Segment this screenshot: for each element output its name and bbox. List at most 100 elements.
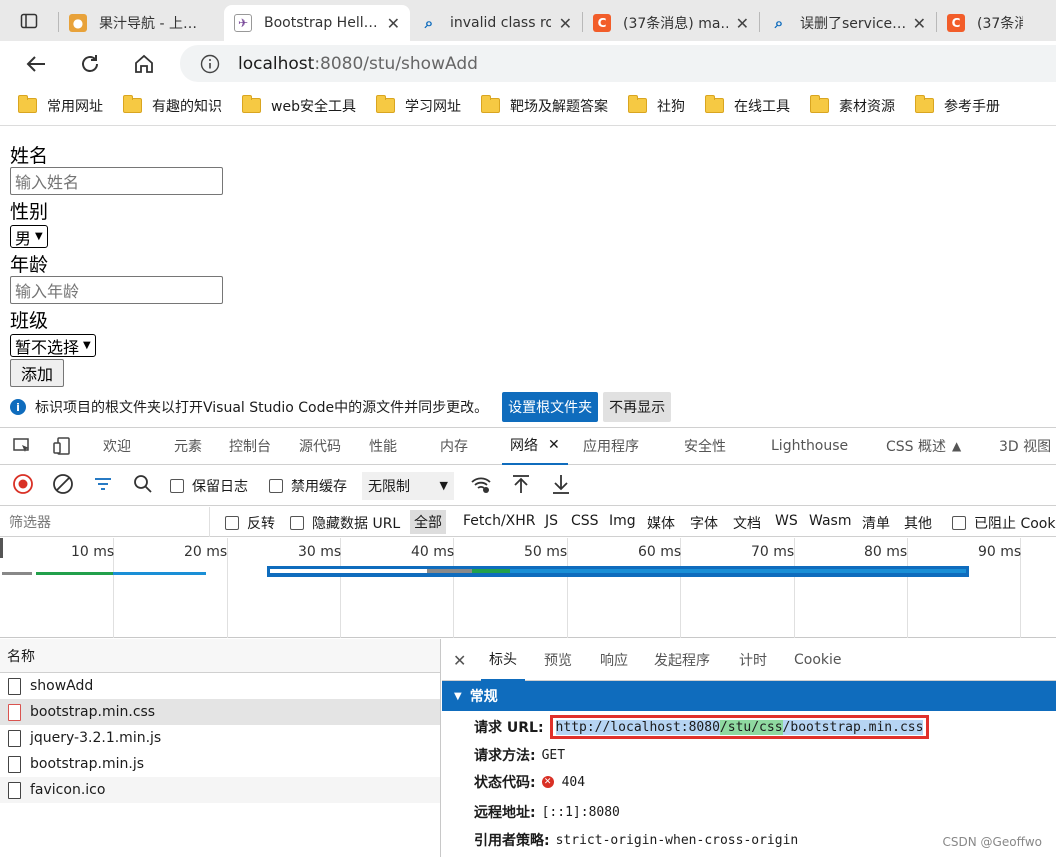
details-tabbar: ✕ 标头 预览 响应 发起程序 计时 Cookie <box>442 639 1056 681</box>
browser-tab[interactable]: ⌕ 误删了service… ✕ <box>760 5 936 41</box>
request-row[interactable]: favicon.ico <box>0 777 440 803</box>
search-icon: ⌕ <box>774 14 784 32</box>
clear-button[interactable] <box>52 473 74 499</box>
device-emulation-icon[interactable] <box>50 434 74 458</box>
filter-all[interactable]: 全部 <box>410 510 446 534</box>
tab-security[interactable]: 安全性 <box>684 427 726 465</box>
close-tab-icon[interactable]: ✕ <box>387 14 400 33</box>
search-icon <box>134 474 152 493</box>
close-tab-icon[interactable]: ✕ <box>736 14 749 33</box>
close-icon[interactable]: ✕ <box>548 437 560 453</box>
close-details-icon[interactable]: ✕ <box>453 639 466 681</box>
filter-type[interactable]: CSS <box>571 513 599 529</box>
timeline-tick: 50 ms <box>524 544 568 560</box>
network-overview-timeline[interactable]: 10 ms 20 ms 30 ms 40 ms 50 ms 60 ms 70 m… <box>0 538 1056 638</box>
add-button[interactable]: 添加 <box>10 359 64 387</box>
tab-elements[interactable]: 元素 <box>174 427 202 465</box>
tab-timing[interactable]: 计时 <box>739 639 767 681</box>
filter-type[interactable]: JS <box>545 513 558 529</box>
export-har-button[interactable] <box>550 473 572 499</box>
timeline-tick: 20 ms <box>184 544 228 560</box>
filter-type[interactable]: 媒体 <box>647 513 675 533</box>
back-button[interactable] <box>18 46 54 82</box>
tab-response[interactable]: 响应 <box>600 639 628 681</box>
request-row-selected[interactable]: bootstrap.min.css <box>0 699 440 725</box>
request-details: ✕ 标头 预览 响应 发起程序 计时 Cookie ▼ 常规 请求 URL: ht… <box>442 639 1056 857</box>
tab-headers[interactable]: 标头 <box>481 639 525 681</box>
throttling-select[interactable]: 无限制 ▼ <box>362 471 454 500</box>
search-button[interactable] <box>132 473 154 499</box>
tab-css-overview[interactable]: CSS 概述 ▲ <box>886 427 961 465</box>
blocked-cookies-checkbox[interactable]: 已阻止 Cook <box>952 513 1055 533</box>
hide-data-url-checkbox[interactable]: 隐藏数据 URL <box>290 513 400 533</box>
name-column-header[interactable]: 名称 <box>0 639 440 673</box>
class-label: 班级 <box>10 310 49 332</box>
tab-memory[interactable]: 内存 <box>440 427 468 465</box>
home-button[interactable] <box>126 46 162 82</box>
gender-select[interactable]: 男 ▼ <box>10 225 48 248</box>
record-button[interactable] <box>12 473 34 499</box>
bookmark-folder[interactable]: 参考手册 <box>914 95 1000 116</box>
bookmark-folder[interactable]: 素材资源 <box>809 95 895 116</box>
close-tab-icon[interactable]: ✕ <box>559 14 572 33</box>
filter-type[interactable]: 文档 <box>733 513 761 533</box>
browser-tab[interactable]: ● 果汁导航 - 上… <box>59 5 224 41</box>
browser-tab[interactable]: C (37条消息) ma… ✕ <box>583 5 759 41</box>
bookmark-folder[interactable]: web安全工具 <box>242 95 356 116</box>
set-root-folder-button[interactable]: 设置根文件夹 <box>502 392 599 422</box>
request-row[interactable]: showAdd <box>0 673 440 699</box>
tab-welcome[interactable]: 欢迎 <box>103 427 131 465</box>
filter-toggle-button[interactable] <box>92 473 114 499</box>
tab-cookie[interactable]: Cookie <box>794 639 842 681</box>
tab-preview[interactable]: 预览 <box>544 639 572 681</box>
filter-type[interactable]: 其他 <box>904 513 932 533</box>
filter-type[interactable]: WS <box>775 513 798 529</box>
bookmark-folder[interactable]: 有趣的知识 <box>123 95 222 116</box>
age-input[interactable]: 输入年龄 <box>10 276 223 304</box>
tab-initiator[interactable]: 发起程序 <box>654 639 710 681</box>
filter-type[interactable]: 字体 <box>690 513 718 533</box>
tab-console[interactable]: 控制台 <box>229 427 271 465</box>
browser-tab-active[interactable]: ✈ Bootstrap Hell… ✕ <box>224 5 410 41</box>
class-select[interactable]: 暂不选择 ▼ <box>10 334 96 357</box>
filter-type[interactable]: Wasm <box>809 513 851 529</box>
dont-show-again-button[interactable]: 不再显示 <box>603 392 672 422</box>
timeline-tick: 30 ms <box>298 544 342 560</box>
info-icon: i <box>10 399 26 415</box>
timeline-tick: 60 ms <box>638 544 682 560</box>
tab-actions-icon <box>20 13 38 28</box>
refresh-button[interactable] <box>72 46 108 82</box>
filter-input[interactable]: 筛选器 <box>0 507 210 537</box>
preserve-log-checkbox[interactable]: 保留日志 <box>170 476 248 496</box>
close-tab-icon[interactable]: ✕ <box>913 14 926 33</box>
filter-type[interactable]: Img <box>609 513 636 529</box>
address-bar[interactable]: localhost:8080/stu/showAdd <box>180 45 1056 82</box>
tab-sources[interactable]: 源代码 <box>299 427 341 465</box>
bookmark-folder[interactable]: 靶场及解题答案 <box>480 95 608 116</box>
inspect-element-icon[interactable] <box>10 434 34 458</box>
general-section-header[interactable]: ▼ 常规 <box>442 681 1056 711</box>
document-icon <box>8 755 21 773</box>
name-input[interactable]: 输入姓名 <box>10 167 223 195</box>
tab-actions-button[interactable] <box>0 0 58 41</box>
bookmark-folder[interactable]: 社狗 <box>627 95 685 116</box>
tab-3d-view[interactable]: 3D 视图 <box>999 427 1051 465</box>
filter-type[interactable]: Fetch/XHR <box>463 513 536 529</box>
tab-network[interactable]: 网络 ✕ <box>502 427 568 465</box>
csdn-icon: C <box>947 14 965 32</box>
filter-type[interactable]: 清单 <box>862 513 890 533</box>
browser-tab[interactable]: C (37条消息) <box>937 5 1033 41</box>
tab-lighthouse[interactable]: Lighthouse <box>771 427 848 465</box>
browser-tab[interactable]: ⌕ invalid class ro… ✕ <box>410 5 582 41</box>
disable-cache-checkbox[interactable]: 禁用缓存 <box>269 476 347 496</box>
tab-performance[interactable]: 性能 <box>369 427 397 465</box>
tab-application[interactable]: 应用程序 <box>583 427 639 465</box>
invert-checkbox[interactable]: 反转 <box>225 513 275 533</box>
request-row[interactable]: bootstrap.min.js <box>0 751 440 777</box>
bookmark-folder[interactable]: 在线工具 <box>704 95 790 116</box>
bookmark-folder[interactable]: 常用网址 <box>18 95 103 116</box>
import-har-button[interactable] <box>510 473 532 499</box>
bookmark-folder[interactable]: 学习网址 <box>375 95 461 116</box>
network-conditions-button[interactable] <box>470 473 492 499</box>
request-row[interactable]: jquery-3.2.1.min.js <box>0 725 440 751</box>
